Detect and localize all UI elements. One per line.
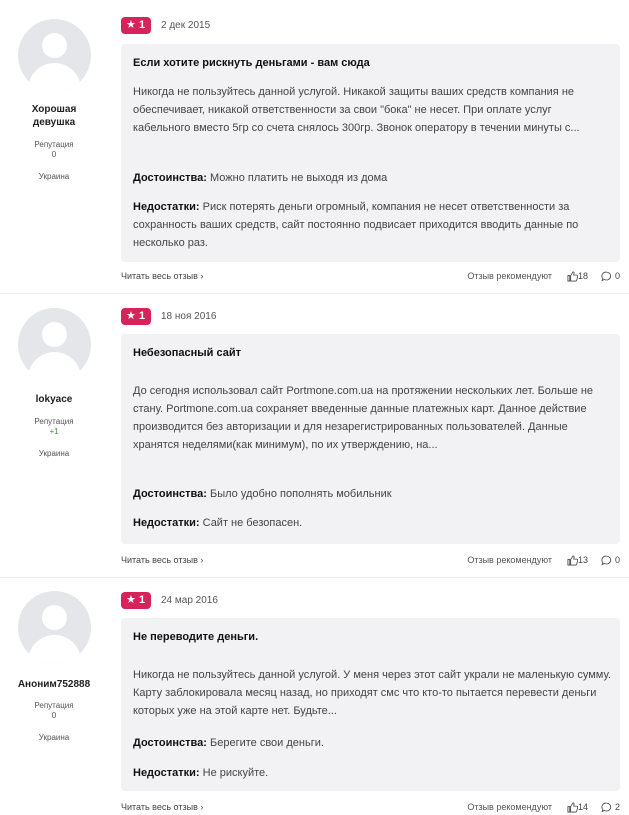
review-footer: Читать весь отзыв › Отзыв рекомендуют 14…: [121, 800, 620, 814]
reputation-value: 0: [51, 711, 57, 720]
comments-button[interactable]: 0: [601, 553, 620, 567]
comments-button[interactable]: 0: [601, 269, 620, 283]
reputation-value: 0: [51, 150, 57, 159]
review-pros: Достоинства: Было удобно пополнять мобил…: [133, 488, 392, 500]
author-name[interactable]: Хорошая девушка: [0, 103, 108, 129]
review-footer: Читать весь отзыв › Отзыв рекомендуют 18…: [121, 269, 620, 283]
like-button[interactable]: 13: [567, 553, 588, 567]
comments-button[interactable]: 2: [601, 800, 620, 814]
review-cons: Недостатки: Не рискуйте.: [133, 767, 269, 779]
star-icon: ★: [126, 19, 136, 31]
avatar[interactable]: [18, 19, 91, 92]
rating-badge: ★ 1: [121, 592, 151, 609]
reputation-label: Репутация: [34, 417, 74, 426]
recommend-label: Отзыв рекомендуют: [467, 555, 552, 565]
avatar[interactable]: [18, 591, 91, 664]
like-button[interactable]: 18: [567, 269, 588, 283]
review-item: Хорошая девушка Репутация 0 Украина ★ 1 …: [0, 0, 629, 292]
like-button[interactable]: 14: [567, 800, 588, 814]
recommend-label: Отзыв рекомендуют: [467, 271, 552, 281]
review-date: 18 ноя 2016: [161, 311, 217, 322]
star-icon: ★: [126, 310, 136, 322]
review-pros: Достоинства: Берегите свои деньги.: [133, 737, 324, 749]
author-name[interactable]: Аноним752888: [0, 678, 108, 691]
author-country: Украина: [38, 733, 70, 742]
author-name[interactable]: lokyace: [0, 393, 108, 406]
author-country: Украина: [38, 449, 70, 458]
reputation-label: Репутация: [34, 140, 74, 149]
review-cons: Недостатки: Сайт не безопасен.: [133, 517, 303, 529]
review-item: lokyace Репутация +1 Украина ★ 1 18 ноя …: [0, 294, 629, 578]
read-more-link[interactable]: Читать весь отзыв ›: [121, 553, 203, 567]
thumbs-up-icon: [567, 802, 578, 813]
review-pros: Достоинства: Можно платить не выходя из …: [133, 172, 388, 184]
read-more-link[interactable]: Читать весь отзыв ›: [121, 269, 203, 283]
rating-badge: ★ 1: [121, 17, 151, 34]
review-item: Аноним752888 Репутация 0 Украина ★ 1 24 …: [0, 578, 629, 815]
review-date: 2 дек 2015: [161, 20, 211, 31]
reputation-label: Репутация: [34, 701, 74, 710]
review-footer: Читать весь отзыв › Отзыв рекомендуют 13…: [121, 553, 620, 567]
review-title[interactable]: Если хотите рискнуть деньгами - вам сюда: [133, 56, 370, 70]
chevron-right-icon: ›: [200, 802, 204, 812]
recommend-label: Отзыв рекомендуют: [467, 802, 552, 812]
review-card: Не переводите деньги. Никогда не пользуй…: [121, 618, 620, 791]
comment-icon: [601, 802, 612, 813]
thumbs-up-icon: [567, 271, 578, 282]
star-icon: ★: [126, 594, 136, 606]
comment-icon: [601, 555, 612, 566]
thumbs-up-icon: [567, 555, 578, 566]
review-date: 24 мар 2016: [161, 595, 218, 606]
review-cons: Недостатки: Риск потерять деньги огромны…: [133, 201, 579, 249]
review-card: Если хотите рискнуть деньгами - вам сюда…: [121, 44, 620, 262]
review-text: До сегодня использовал сайт Portmone.com…: [133, 385, 594, 451]
review-title[interactable]: Не переводите деньги.: [133, 630, 258, 644]
review-card: Небезопасный сайт До сегодня использовал…: [121, 334, 620, 544]
review-text: Никогда не пользуйтесь данной услугой. Н…: [133, 86, 580, 134]
review-title[interactable]: Небезопасный сайт: [133, 346, 241, 360]
author-country: Украина: [38, 172, 70, 181]
rating-badge: ★ 1: [121, 308, 151, 325]
reputation-value: +1: [49, 427, 59, 436]
comment-icon: [601, 271, 612, 282]
chevron-right-icon: ›: [200, 555, 204, 565]
chevron-right-icon: ›: [200, 271, 204, 281]
avatar[interactable]: [18, 308, 91, 381]
read-more-link[interactable]: Читать весь отзыв ›: [121, 800, 203, 814]
review-text: Никогда не пользуйтесь данной услугой. У…: [133, 669, 611, 717]
